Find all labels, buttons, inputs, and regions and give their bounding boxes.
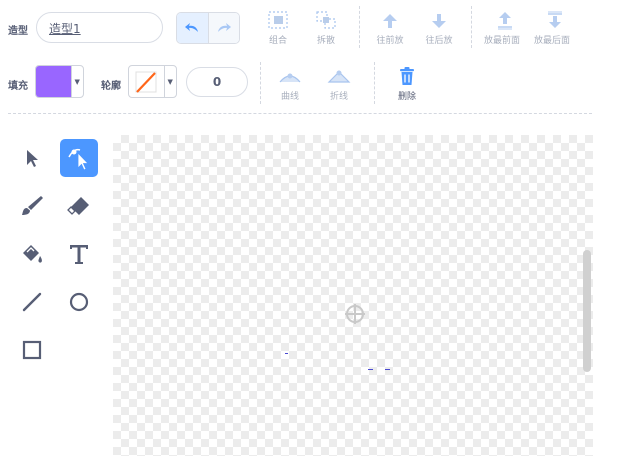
group-button[interactable]: 组合 [258,10,298,46]
group-icon [268,11,288,29]
send-to-back-button[interactable]: 放最后面 [534,10,575,46]
select-tool-button[interactable] [13,139,51,177]
curve-button[interactable]: 曲线 [270,66,310,102]
undo-icon [185,23,199,32]
fill-color-swatch [36,66,71,97]
undo-button[interactable] [177,13,209,43]
canvas-artifact [385,369,390,370]
delete-button[interactable]: 删除 [387,66,427,102]
no-color-icon [135,71,157,93]
brush-tool-button[interactable] [13,187,51,225]
outline-color-swatch [129,66,164,97]
caret-down-icon: ▼ [163,66,177,97]
outline-color-picker[interactable]: ▼ [128,65,177,98]
corner-point-icon [327,70,351,83]
circle-icon [69,292,89,312]
outline-width-field[interactable]: 0 [186,67,248,97]
fill-tool-button[interactable] [13,235,51,273]
toolbar-divider [359,6,360,48]
undo-redo-group [176,12,240,44]
redo-icon [217,23,231,32]
bring-front-icon [498,12,512,30]
toolbar-divider [374,62,375,104]
caret-down-icon: ▼ [70,66,84,97]
canvas-vertical-scrollbar[interactable] [583,250,591,372]
rectangle-icon [22,340,42,360]
toolbar-bottom-divider [8,113,592,114]
line-tool-button[interactable] [13,283,51,321]
toolbar-divider [471,6,472,48]
circle-tool-button[interactable] [60,283,98,321]
send-back-icon [548,11,562,28]
eraser-icon [67,197,89,215]
paint-bucket-icon [23,245,42,263]
line-icon [22,292,42,312]
trash-icon [400,67,414,85]
outline-label: 轮廓 [101,81,121,92]
costume-name-field[interactable]: 造型1 [36,12,163,43]
arrow-up-icon [383,14,397,28]
forward-button[interactable]: 往前放 [370,10,410,46]
redo-button[interactable] [208,13,239,43]
text-t-icon [70,245,88,264]
rotation-center-icon [345,304,365,324]
eraser-tool-button[interactable] [60,187,98,225]
fill-label: 填充 [8,81,28,92]
costume-label: 造型 [8,26,28,37]
canvas-artifact [285,353,288,354]
backward-button[interactable]: 往后放 [419,10,459,46]
canvas-artifact [368,369,373,370]
fill-color-picker[interactable]: ▼ [35,65,84,98]
curve-point-icon [279,73,301,83]
toolbar-divider [260,62,261,104]
ungroup-button[interactable]: 拆散 [306,10,346,46]
reshape-tool-button[interactable] [60,139,98,177]
paint-canvas[interactable] [113,135,593,456]
brush-icon [22,196,43,215]
reshape-cursor-icon [68,148,89,171]
text-tool-button[interactable] [60,235,98,273]
bring-to-front-button[interactable]: 放最前面 [484,10,525,46]
ungroup-icon [316,11,336,29]
rectangle-tool-button[interactable] [13,331,51,369]
arrow-down-icon [432,14,446,28]
polyline-button[interactable]: 折线 [319,66,359,102]
arrow-cursor-icon [27,150,38,167]
